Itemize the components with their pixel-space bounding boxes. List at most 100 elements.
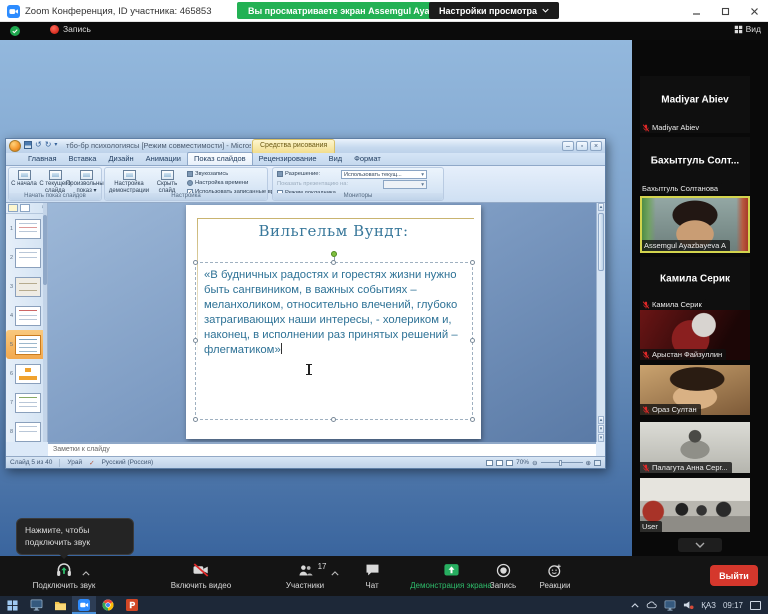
slide-body-text[interactable]: «В будничных радостях и горестях жизни н… [204,268,466,357]
participant-tile-oraz[interactable]: Ораз Султан [640,365,750,415]
next-slide-button[interactable]: ▾ [598,425,604,433]
participant-tile-user[interactable]: User [640,478,750,532]
tab-retsenzirovanie[interactable]: Рецензирование [253,153,323,165]
chevron-up-icon[interactable] [82,571,90,576]
language-indicator[interactable]: Русский (Россия) [102,459,154,466]
fit-to-window-icon[interactable] [594,460,601,466]
join-audio-button[interactable]: Подключить звук [8,556,120,596]
participant-tile-bakhytgul[interactable]: Бахытгуль Солт... Бахытгуль Солтанова [640,137,750,194]
file-explorer-icon[interactable] [48,596,72,614]
slide-thumbnail-row[interactable]: 2 [6,243,47,272]
slides-tab-icon[interactable] [8,204,18,212]
onedrive-cloud-icon[interactable] [646,601,657,609]
tab-glavnaya[interactable]: Главная [22,153,63,165]
resize-handle[interactable] [193,260,198,265]
rehearse-timings-option[interactable]: Настройка времени [187,180,248,186]
start-video-button[interactable]: Включить видео [142,556,260,596]
chrome-taskbar-icon[interactable] [96,596,120,614]
tab-vid[interactable]: Вид [323,153,349,165]
custom-slideshow-button[interactable]: Произвольный показ ▾ [71,170,102,195]
zoom-taskbar-icon[interactable] [72,596,96,614]
tab-animatsii[interactable]: Анимации [140,153,187,165]
view-settings-dropdown[interactable]: Настройки просмотра [429,2,559,19]
slide-thumbnail-row[interactable]: 8 [6,417,47,446]
tray-chevron-up-icon[interactable] [631,603,639,608]
slide-title[interactable]: Вильгельм Вундт: [206,222,461,240]
slide-sorter-view-icon[interactable] [496,460,503,466]
record-button[interactable]: Запись [478,556,528,596]
hide-slide-button[interactable]: Скрыть слайд [152,170,182,195]
resize-handle[interactable] [331,417,336,422]
slide-thumbnail-row[interactable]: 1 [6,214,47,243]
resize-handle[interactable] [193,417,198,422]
resize-handle[interactable] [470,338,475,343]
rotation-handle[interactable] [331,251,337,257]
qat-dropdown-icon[interactable]: ▾ [54,142,57,148]
view-mode-button[interactable]: Вид [734,24,761,34]
undo-icon[interactable]: ↺ [35,141,42,149]
network-display-icon[interactable] [664,600,676,611]
recording-indicator[interactable]: Запись [50,24,91,34]
resize-handle[interactable] [470,260,475,265]
participants-button[interactable]: 17 Участники [270,556,340,596]
speaker-muted-icon[interactable] [683,600,694,610]
participant-tile-kamila[interactable]: Камила Серик Камила Серик [640,257,750,310]
start-button[interactable] [0,596,24,614]
scroll-up-button[interactable]: ▴ [598,203,604,211]
more-participants-button[interactable] [678,538,722,552]
previous-slide-button[interactable]: ▴ [598,416,604,424]
slideshow-view-icon[interactable] [506,460,513,466]
slide-scrollbar[interactable]: ▴ ▴ ▾ ▾ [596,203,605,442]
record-narration-option[interactable]: Звукозапись [187,171,228,177]
minimize-button[interactable] [691,6,702,17]
tab-dizayn[interactable]: Дизайн [102,153,139,165]
slide-thumbnail-row[interactable]: 4 [6,301,47,330]
participant-tile-madiyar[interactable]: Madiyar Abiev Madiyar Abiev [640,76,750,133]
resolution-dropdown[interactable]: Использовать текущ... [341,170,427,179]
setup-slideshow-button[interactable]: Настройка демонстрации [108,170,150,195]
clock[interactable]: 09:17 [723,601,743,610]
resize-handle[interactable] [470,417,475,422]
redo-icon[interactable]: ↻ [45,141,52,149]
language-switcher[interactable]: ҚАЗ [701,601,716,610]
scroll-down-button[interactable]: ▾ [598,434,604,442]
security-shield-icon[interactable] [9,25,21,37]
outline-tab-icon[interactable] [20,204,30,212]
maximize-button[interactable] [720,6,731,17]
taskbar-monitor-icon[interactable] [24,596,48,614]
zoom-in-button[interactable]: ⊕ [586,459,591,467]
slide-thumbnail-row[interactable]: 7 [6,388,47,417]
close-button[interactable] [749,6,760,17]
tab-pokaz-slaydov[interactable]: Показ слайдов [187,152,253,165]
spellcheck-icon[interactable]: ✓ [89,459,94,467]
drawing-tools-contextual-tab[interactable]: Средства рисования [252,139,335,153]
notes-pane[interactable]: Заметки к слайду [48,442,596,456]
tab-format[interactable]: Формат [348,153,387,165]
from-beginning-button[interactable]: С начала [10,170,38,188]
slide-thumbnail-row-active[interactable]: 5 [6,330,47,359]
ppt-minimize-button[interactable]: – [562,141,574,151]
action-center-icon[interactable] [750,601,761,610]
leave-meeting-button[interactable]: Выйти [710,565,758,586]
slide-thumbnail-row[interactable]: 6 [6,359,47,388]
slide-body-textbox[interactable]: «В будничных радостях и горестях жизни н… [195,262,473,420]
slide-canvas[interactable]: Вильгельм Вундт: [186,205,481,439]
save-icon[interactable] [24,141,32,149]
resize-handle[interactable] [331,260,336,265]
scrollbar-thumb[interactable] [598,213,604,271]
panel-scrollbar[interactable] [43,203,47,442]
resize-handle[interactable] [193,338,198,343]
participant-tile-arystan[interactable]: Арыстан Файзуллин [640,310,750,360]
zoom-slider[interactable] [541,462,583,463]
slide-thumbnail-row[interactable]: 3 [6,272,47,301]
ppt-maximize-button[interactable]: ▫ [576,141,588,151]
participant-tile-palaguta[interactable]: Палагута Анна Серг... [640,422,750,473]
tab-vstavka[interactable]: Вставка [63,153,103,165]
zoom-out-button[interactable]: ⊖ [532,459,537,467]
ppt-close-button[interactable]: × [590,141,602,151]
participant-tile-assemgul-active-speaker[interactable]: Assemgul Ayazbayeva A [640,196,750,253]
powerpoint-taskbar-icon[interactable] [120,596,144,614]
chevron-up-icon[interactable] [331,571,339,576]
chat-button[interactable]: Чат [348,556,396,596]
office-button[interactable] [9,140,21,152]
